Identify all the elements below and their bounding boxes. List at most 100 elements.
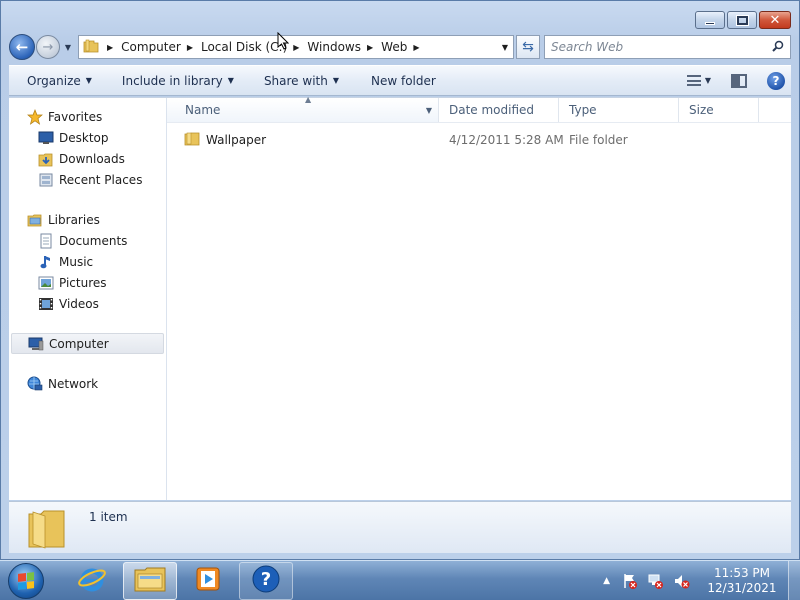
arrow-right-icon: → — [42, 39, 54, 55]
address-history-dropdown[interactable]: ▼ — [497, 43, 513, 52]
preview-pane-button[interactable] — [731, 73, 747, 88]
breadcrumb-local-disk[interactable]: Local Disk (C:) ▶ — [201, 36, 307, 58]
breadcrumb-web[interactable]: Web ▶ — [381, 36, 427, 58]
start-button[interactable] — [5, 561, 47, 600]
chevron-right-icon[interactable]: ▶ — [187, 43, 193, 52]
chevron-down-icon: ▼ — [85, 76, 92, 85]
file-type-cell: File folder — [569, 133, 628, 147]
nav-recent-places[interactable]: Recent Places — [9, 169, 166, 190]
refresh-icon: ⇆ — [522, 39, 534, 55]
system-clock[interactable]: 11:53 PM 12/31/2021 — [704, 566, 780, 596]
recent-pages-dropdown[interactable]: ▼ — [62, 43, 74, 52]
minimize-icon — [705, 21, 715, 25]
nav-network[interactable]: Network — [9, 373, 166, 394]
new-folder-button[interactable]: New folder — [349, 66, 446, 95]
svg-text:?: ? — [261, 569, 271, 590]
chevron-right-icon[interactable]: ▶ — [293, 43, 299, 52]
file-name-cell[interactable]: Wallpaper — [167, 131, 439, 149]
maximize-button[interactable] — [727, 11, 757, 29]
close-button[interactable]: ✕ — [759, 11, 791, 29]
chevron-right-icon: ▶ — [107, 42, 114, 52]
change-view-button[interactable]: ▼ — [686, 75, 711, 86]
chevron-down-icon: ▼ — [332, 76, 339, 85]
media-player-icon — [194, 565, 222, 596]
show-hidden-icons-button[interactable]: ▲ — [603, 576, 610, 586]
downloads-icon — [38, 151, 54, 167]
file-list: ▲ Name ▼ Date modified Type Size Wallpape… — [167, 95, 791, 500]
nav-videos[interactable]: Videos — [9, 293, 166, 314]
network-icon — [27, 376, 43, 392]
chevron-down-icon: ▼ — [227, 76, 234, 85]
system-tray: ▲ 11:53 PM 12/31/2021 — [603, 560, 800, 600]
sort-ascending-icon: ▲ — [305, 95, 312, 104]
videos-icon — [38, 296, 54, 312]
explorer-window: ✕ ← → ▼ ▶ Computer ▶ Local Disk (C:) ▶ Win… — [0, 0, 800, 560]
folder-icon — [83, 39, 99, 56]
help-button[interactable]: ? — [767, 71, 785, 90]
minimize-button[interactable] — [695, 11, 725, 29]
file-row-wallpaper[interactable]: Wallpaper 4/12/2011 5:28 AM File folder — [167, 129, 791, 151]
close-icon: ✕ — [769, 12, 781, 28]
breadcrumb-computer[interactable]: Computer ▶ — [121, 36, 201, 58]
search-input[interactable]: Search Web — [551, 40, 623, 54]
search-icon[interactable] — [772, 40, 784, 55]
nav-music[interactable]: Music — [9, 251, 166, 272]
column-name[interactable]: Name ▼ — [167, 98, 439, 122]
music-icon — [38, 254, 54, 270]
address-bar[interactable]: ▶ Computer ▶ Local Disk (C:) ▶ Windows ▶ We… — [78, 35, 514, 59]
libraries-group: Libraries Documents Music Pictures Video… — [9, 209, 166, 314]
pictures-icon — [38, 275, 54, 291]
computer-group: Computer — [9, 333, 166, 354]
nav-pictures[interactable]: Pictures — [9, 272, 166, 293]
nav-desktop[interactable]: Desktop — [9, 127, 166, 148]
search-box[interactable]: Search Web — [544, 35, 791, 59]
breadcrumb-windows[interactable]: Windows ▶ — [307, 36, 381, 58]
taskbar-internet-explorer[interactable] — [65, 562, 119, 600]
explorer-content: Favorites Desktop Downloads Recent Place… — [9, 95, 791, 500]
clock-date: 12/31/2021 — [707, 580, 777, 595]
navigation-pane: Favorites Desktop Downloads Recent Place… — [9, 98, 167, 500]
folder-icon — [27, 508, 67, 553]
chevron-down-icon[interactable]: ▼ — [426, 106, 432, 115]
chevron-right-icon[interactable]: ▶ — [367, 43, 373, 52]
breadcrumb-separator[interactable]: ▶ — [99, 36, 121, 58]
desktop-icon — [38, 130, 54, 146]
volume-muted-icon[interactable] — [674, 573, 690, 589]
column-date-modified[interactable]: Date modified — [439, 98, 559, 122]
back-button[interactable]: ← — [9, 34, 35, 60]
organize-button[interactable]: Organize ▼ — [9, 66, 102, 95]
refresh-button[interactable]: ⇆ — [516, 35, 540, 59]
help-icon: ? — [251, 564, 281, 597]
library-icon — [27, 212, 43, 228]
share-with-button[interactable]: Share with ▼ — [244, 66, 349, 95]
network-status-icon[interactable] — [648, 573, 664, 589]
nav-documents[interactable]: Documents — [9, 230, 166, 251]
forward-button[interactable]: → — [36, 35, 60, 59]
internet-explorer-icon — [77, 564, 107, 597]
star-icon — [27, 108, 43, 125]
taskbar: ? ▲ 11:53 PM 12/31/2021 — [0, 560, 800, 600]
nav-downloads[interactable]: Downloads — [9, 148, 166, 169]
chevron-right-icon[interactable]: ▶ — [413, 43, 419, 52]
taskbar-media-player[interactable] — [181, 562, 235, 600]
taskbar-windows-explorer[interactable] — [123, 561, 177, 600]
column-size[interactable]: Size — [679, 98, 759, 122]
details-pane: 1 item — [9, 501, 791, 553]
arrow-left-icon: ← — [15, 38, 29, 56]
chevron-down-icon[interactable]: ▼ — [705, 76, 711, 85]
nav-computer[interactable]: Computer — [11, 333, 164, 354]
include-in-library-button[interactable]: Include in library ▼ — [102, 66, 244, 95]
favorites-group: Favorites Desktop Downloads Recent Place… — [9, 106, 166, 190]
taskbar-help[interactable]: ? — [239, 561, 293, 600]
windows-explorer-icon — [133, 565, 167, 596]
command-bar: Organize ▼ Include in library ▼ Share with… — [9, 65, 791, 96]
documents-icon — [38, 233, 54, 249]
item-count: 1 item — [89, 510, 128, 524]
show-desktop-button[interactable] — [788, 560, 800, 600]
network-group: Network — [9, 373, 166, 394]
nav-favorites[interactable]: Favorites — [9, 106, 166, 127]
column-type[interactable]: Type — [559, 98, 679, 122]
help-icon: ? — [772, 73, 780, 88]
action-center-icon[interactable] — [622, 573, 638, 589]
nav-libraries[interactable]: Libraries — [9, 209, 166, 230]
